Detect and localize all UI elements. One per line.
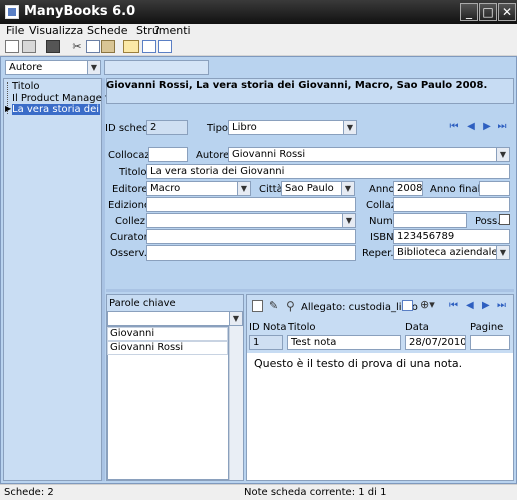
status-right: Note scheda corrente: 1 di 1: [244, 487, 387, 498]
chevron-down-icon: ▼: [496, 246, 509, 259]
chevron-down-icon: ▼: [341, 182, 354, 195]
cut-icon[interactable]: ✂: [70, 40, 84, 53]
sidebar-item-vera-storia[interactable]: La vera storia dei Giov: [12, 104, 100, 115]
reper-select[interactable]: Biblioteca aziendale ▼: [393, 245, 510, 260]
reper-label: Reper.:: [362, 248, 397, 259]
sidebar-item-product-manager[interactable]: Il Product Manager: [12, 93, 106, 104]
poss-checkbox[interactable]: [499, 214, 510, 225]
notes-col-id: ID Nota: [249, 322, 287, 333]
chevron-down-icon: ▼: [496, 148, 509, 161]
toolbar: ✂: [0, 38, 517, 56]
next-note-icon[interactable]: ▶: [482, 300, 490, 311]
view-card-icon[interactable]: [123, 40, 139, 53]
menu-visualizza[interactable]: Visualizza: [29, 24, 83, 37]
last-note-icon[interactable]: ⏭: [497, 300, 506, 311]
osserv-label: Osserv.:: [110, 248, 151, 259]
id-field: 2: [146, 120, 188, 135]
anno-field[interactable]: 2008: [393, 181, 423, 196]
collocaz-field[interactable]: [148, 147, 188, 162]
title-bar: ManyBooks 6.0 _ □ ✕: [0, 0, 517, 24]
app-icon: [5, 5, 19, 19]
citta-value: Sao Paulo: [285, 183, 334, 194]
menu-schede[interactable]: Schede: [87, 24, 128, 37]
reper-value: Biblioteca aziendale: [397, 247, 498, 258]
attachment-icon[interactable]: ⚲: [286, 299, 298, 313]
anno-finale-field[interactable]: [479, 181, 510, 196]
curatori-field[interactable]: [146, 229, 356, 244]
prev-record-icon[interactable]: ◀: [466, 121, 476, 133]
osserv-field[interactable]: [146, 245, 356, 261]
autore-value: Giovanni Rossi: [232, 149, 306, 160]
menu-strumenti[interactable]: Strumenti: [136, 24, 191, 37]
search-field[interactable]: [104, 60, 209, 75]
zoom-icon[interactable]: ⊕▾: [420, 298, 440, 312]
splitter[interactable]: [102, 78, 105, 481]
editore-select[interactable]: Macro ▼: [146, 181, 251, 196]
num-field[interactable]: [393, 213, 467, 228]
open-icon[interactable]: [22, 40, 36, 53]
note-date-field[interactable]: 28/07/2010: [405, 335, 466, 350]
collez-select[interactable]: ▼: [146, 213, 356, 228]
menu-bar: File Visualizza Schede Strumenti ?: [0, 24, 517, 38]
next-record-icon[interactable]: ▶: [482, 121, 492, 133]
keywords-scrollbar[interactable]: [229, 326, 243, 480]
sidebar-tree: [3, 78, 102, 481]
first-note-icon[interactable]: ⏮: [449, 300, 458, 311]
citation-text: Giovanni Rossi, La vera storia dei Giova…: [106, 80, 488, 91]
note-body-text[interactable]: Questo è il testo di prova di una nota.: [254, 357, 462, 370]
status-bar: Schede: 2 Note scheda corrente: 1 di 1: [0, 484, 517, 500]
edit-note-icon[interactable]: ✎: [269, 300, 281, 312]
minimize-button[interactable]: _: [460, 3, 478, 21]
maximize-button[interactable]: □: [479, 3, 497, 21]
collaz-field[interactable]: [393, 197, 510, 212]
menu-file[interactable]: File: [6, 24, 24, 37]
editore-value: Macro: [150, 183, 181, 194]
notes-col-data: Data: [405, 322, 429, 333]
prev-note-icon[interactable]: ◀: [466, 300, 474, 311]
save-icon[interactable]: [46, 40, 60, 53]
chevron-down-icon: ▼: [87, 61, 100, 74]
isbn-field[interactable]: 123456789: [393, 229, 510, 244]
window-title: ManyBooks 6.0: [24, 4, 136, 19]
first-record-icon[interactable]: ⏮: [449, 121, 459, 133]
sidebar-filter-value: Autore: [9, 62, 43, 73]
chevron-down-icon: ▼: [237, 182, 250, 195]
note-pages-field[interactable]: [470, 335, 510, 350]
paste-icon[interactable]: [101, 40, 115, 53]
view-list-icon[interactable]: [142, 40, 156, 53]
note-id-field: 1: [249, 335, 283, 350]
status-left: Schede: 2: [4, 487, 54, 498]
copy-note-icon[interactable]: [402, 300, 413, 311]
keyword-item[interactable]: Giovanni: [107, 327, 228, 341]
keyword-item[interactable]: Giovanni Rossi: [107, 341, 228, 355]
copy-icon[interactable]: [86, 40, 100, 53]
view-split-icon[interactable]: [158, 40, 172, 53]
horizontal-splitter[interactable]: [106, 289, 514, 292]
chevron-down-icon: ▼: [342, 214, 355, 227]
keywords-title: Parole chiave: [109, 298, 176, 309]
note-page-icon[interactable]: [252, 300, 263, 312]
attachment-label: Allegato: custodia_libro: [301, 302, 418, 313]
edizione-field[interactable]: [146, 197, 356, 212]
notes-col-pagine: Pagine: [470, 322, 504, 333]
new-icon[interactable]: [5, 40, 19, 53]
sidebar-filter-select[interactable]: Autore ▼: [5, 60, 101, 75]
titolo-field[interactable]: La vera storia dei Giovanni: [146, 164, 510, 179]
selected-arrow-icon: ▶: [5, 104, 12, 113]
notes-col-titolo: Titolo: [288, 322, 316, 333]
close-button[interactable]: ✕: [498, 3, 516, 21]
keywords-input[interactable]: ▼: [107, 311, 243, 326]
note-title-field[interactable]: Test nota: [287, 335, 401, 350]
citta-select[interactable]: Sao Paulo ▼: [281, 181, 355, 196]
sidebar-item-titolo[interactable]: Titolo: [12, 81, 40, 92]
chevron-down-icon: ▼: [343, 121, 356, 134]
chevron-down-icon: ▼: [229, 312, 242, 325]
tipo-value: Libro: [232, 122, 257, 133]
autore-select[interactable]: Giovanni Rossi ▼: [228, 147, 510, 162]
last-record-icon[interactable]: ⏭: [497, 121, 507, 133]
menu-help[interactable]: ?: [154, 24, 160, 37]
tipo-select[interactable]: Libro ▼: [228, 120, 357, 135]
